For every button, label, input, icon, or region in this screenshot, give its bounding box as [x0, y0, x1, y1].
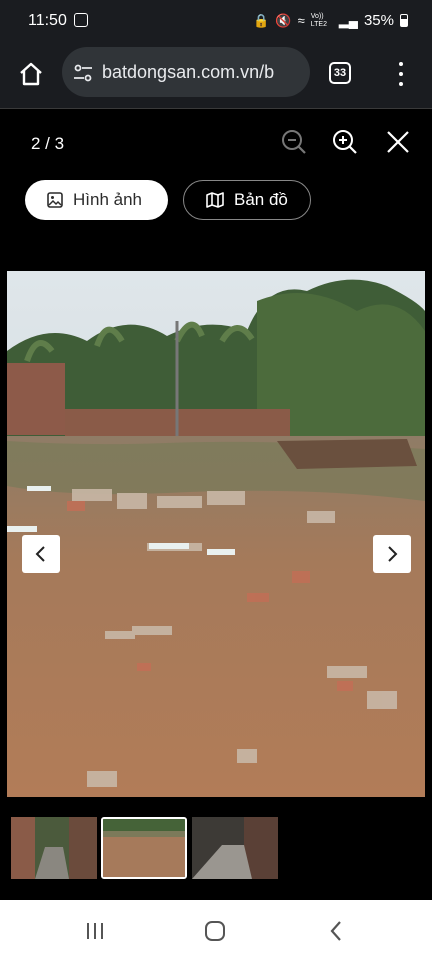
notification-icon — [74, 13, 88, 27]
site-settings-icon[interactable] — [72, 62, 94, 84]
home-nav-icon[interactable] — [204, 920, 226, 942]
system-nav-bar — [0, 900, 432, 960]
network-label: Vo)) LTE2 — [310, 12, 327, 28]
recent-apps-icon[interactable] — [85, 921, 105, 941]
tab-switcher-button[interactable]: 33 — [329, 62, 351, 84]
next-image-button[interactable] — [373, 535, 411, 573]
main-photo[interactable] — [7, 271, 425, 797]
chevron-right-icon — [388, 546, 398, 562]
previous-image-button[interactable] — [22, 535, 60, 573]
url-field[interactable]: batdongsan.com.vn/b — [62, 47, 310, 97]
browser-toolbar: batdongsan.com.vn/b 33 — [0, 40, 432, 108]
tab-images[interactable]: Hình ảnh — [25, 180, 168, 220]
battery-percent: 35% — [363, 12, 394, 29]
tab-count: 33 — [333, 67, 347, 79]
image-icon — [47, 192, 63, 208]
status-time: 11:50 — [28, 12, 67, 29]
tab-images-label: Hình ảnh — [73, 190, 142, 209]
close-icon[interactable] — [384, 128, 412, 156]
thumbnail-3[interactable] — [192, 817, 278, 879]
zoom-out-icon[interactable] — [280, 128, 308, 156]
signal-icon: ▂▄ — [338, 12, 358, 28]
status-bar: 11:50 🔒 🔇 ≈ Vo)) LTE2 ▂▄ 35% — [0, 0, 432, 40]
zoom-in-icon[interactable] — [331, 128, 359, 156]
lock-icon: 🔒 — [253, 12, 270, 28]
url-text: batdongsan.com.vn/b — [102, 62, 275, 82]
tab-map[interactable]: Bản đồ — [183, 180, 311, 220]
wifi-icon: ≈ — [297, 13, 305, 28]
mute-icon: 🔇 — [275, 12, 292, 28]
back-icon[interactable] — [328, 920, 344, 942]
tab-map-label: Bản đồ — [234, 190, 288, 209]
chevron-left-icon — [35, 546, 45, 562]
image-counter: 2 / 3 — [31, 134, 65, 153]
status-indicators: 🔒 🔇 ≈ Vo)) LTE2 ▂▄ 35% — [253, 12, 408, 29]
thumbnail-1[interactable] — [11, 817, 97, 879]
toolbar-divider — [0, 108, 432, 109]
home-icon[interactable] — [17, 60, 45, 88]
battery-icon — [400, 14, 408, 27]
thumbnail-2-selected[interactable] — [101, 817, 187, 879]
map-icon — [206, 192, 224, 208]
more-menu-icon[interactable] — [395, 60, 407, 88]
